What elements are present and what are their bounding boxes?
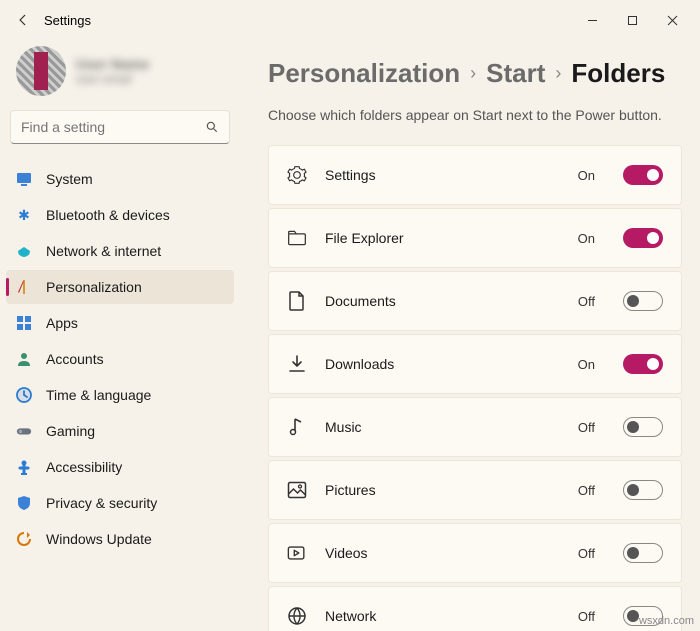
titlebar: Settings — [0, 0, 700, 40]
sidebar-item-label: Personalization — [46, 279, 142, 295]
nav-icon: ✱ — [16, 207, 32, 223]
folder-row-network: Network Off — [268, 586, 682, 631]
main-content: Personalization › Start › Folders Choose… — [240, 40, 700, 631]
sidebar-item-label: Gaming — [46, 423, 95, 439]
row-icon — [287, 606, 307, 626]
sidebar-item-accounts[interactable]: Accounts — [6, 342, 234, 376]
minimize-button[interactable] — [572, 5, 612, 35]
row-label: File Explorer — [325, 230, 560, 246]
back-button[interactable] — [8, 5, 38, 35]
row-label: Settings — [325, 167, 560, 183]
nav-icon — [16, 459, 32, 475]
close-button[interactable] — [652, 5, 692, 35]
chevron-right-icon: › — [470, 63, 476, 84]
profile-email: user email — [76, 72, 149, 86]
sidebar-item-label: System — [46, 171, 93, 187]
sidebar-item-network-internet[interactable]: Network & internet — [6, 234, 234, 268]
sidebar-item-apps[interactable]: Apps — [6, 306, 234, 340]
toggle-switch[interactable] — [623, 480, 663, 500]
folder-list: Settings On File Explorer On Documents O… — [268, 145, 682, 631]
breadcrumb-folders: Folders — [571, 58, 665, 89]
row-label: Music — [325, 419, 560, 435]
page-subtitle: Choose which folders appear on Start nex… — [268, 107, 682, 123]
window-controls — [572, 5, 692, 35]
sidebar-item-accessibility[interactable]: Accessibility — [6, 450, 234, 484]
nav-icon — [16, 531, 32, 547]
toggle-switch[interactable] — [623, 165, 663, 185]
nav-icon — [16, 171, 32, 187]
toggle-state-label: On — [578, 357, 595, 372]
nav-icon — [16, 243, 32, 259]
profile[interactable]: User Name user email — [6, 40, 234, 110]
sidebar-item-personalization[interactable]: Personalization — [6, 270, 234, 304]
search-input[interactable] — [21, 119, 205, 135]
row-label: Videos — [325, 545, 560, 561]
sidebar-item-label: Accessibility — [46, 459, 122, 475]
folder-row-videos: Videos Off — [268, 523, 682, 583]
folder-row-documents: Documents Off — [268, 271, 682, 331]
nav-icon — [16, 351, 32, 367]
app-title: Settings — [44, 13, 91, 28]
toggle-state-label: Off — [578, 609, 595, 624]
nav-icon — [16, 495, 32, 511]
sidebar: User Name user email System ✱ Bluetooth & … — [0, 40, 240, 631]
sidebar-item-label: Windows Update — [46, 531, 152, 547]
sidebar-item-label: Bluetooth & devices — [46, 207, 170, 223]
sidebar-item-label: Network & internet — [46, 243, 161, 259]
toggle-state-label: Off — [578, 294, 595, 309]
sidebar-item-label: Privacy & security — [46, 495, 157, 511]
row-icon — [287, 354, 307, 374]
toggle-switch[interactable] — [623, 291, 663, 311]
nav: System ✱ Bluetooth & devices Network & inte… — [6, 162, 234, 556]
row-label: Network — [325, 608, 560, 624]
sidebar-item-bluetooth-devices[interactable]: ✱ Bluetooth & devices — [6, 198, 234, 232]
row-icon — [287, 291, 307, 311]
folder-row-downloads: Downloads On — [268, 334, 682, 394]
row-icon — [287, 543, 307, 563]
toggle-state-label: On — [578, 231, 595, 246]
nav-icon — [16, 423, 32, 439]
sidebar-item-gaming[interactable]: Gaming — [6, 414, 234, 448]
nav-icon — [16, 279, 32, 295]
search-icon — [205, 120, 219, 134]
maximize-button[interactable] — [612, 5, 652, 35]
folder-row-settings: Settings On — [268, 145, 682, 205]
row-label: Documents — [325, 293, 560, 309]
row-icon — [287, 417, 307, 437]
row-label: Downloads — [325, 356, 560, 372]
profile-name: User Name — [76, 56, 149, 72]
sidebar-item-time-language[interactable]: Time & language — [6, 378, 234, 412]
breadcrumb-start[interactable]: Start — [486, 58, 545, 89]
folder-row-file-explorer: File Explorer On — [268, 208, 682, 268]
sidebar-item-system[interactable]: System — [6, 162, 234, 196]
chevron-right-icon: › — [555, 63, 561, 84]
search-box[interactable] — [10, 110, 230, 144]
toggle-switch[interactable] — [623, 417, 663, 437]
sidebar-item-windows-update[interactable]: Windows Update — [6, 522, 234, 556]
profile-text: User Name user email — [76, 56, 149, 86]
row-icon — [287, 165, 307, 185]
toggle-state-label: Off — [578, 483, 595, 498]
folder-row-pictures: Pictures Off — [268, 460, 682, 520]
avatar — [16, 46, 66, 96]
toggle-state-label: Off — [578, 546, 595, 561]
watermark: wsxdn.com — [639, 615, 694, 627]
breadcrumb-personalization[interactable]: Personalization — [268, 58, 460, 89]
toggle-switch[interactable] — [623, 543, 663, 563]
nav-icon — [16, 315, 32, 331]
sidebar-item-label: Accounts — [46, 351, 104, 367]
toggle-switch[interactable] — [623, 354, 663, 374]
row-icon — [287, 480, 307, 500]
sidebar-item-label: Time & language — [46, 387, 151, 403]
sidebar-item-label: Apps — [46, 315, 78, 331]
toggle-state-label: On — [578, 168, 595, 183]
row-icon — [287, 228, 307, 248]
folder-row-music: Music Off — [268, 397, 682, 457]
toggle-state-label: Off — [578, 420, 595, 435]
toggle-switch[interactable] — [623, 228, 663, 248]
sidebar-item-privacy-security[interactable]: Privacy & security — [6, 486, 234, 520]
row-label: Pictures — [325, 482, 560, 498]
breadcrumb: Personalization › Start › Folders — [268, 58, 682, 89]
nav-icon — [16, 387, 32, 403]
